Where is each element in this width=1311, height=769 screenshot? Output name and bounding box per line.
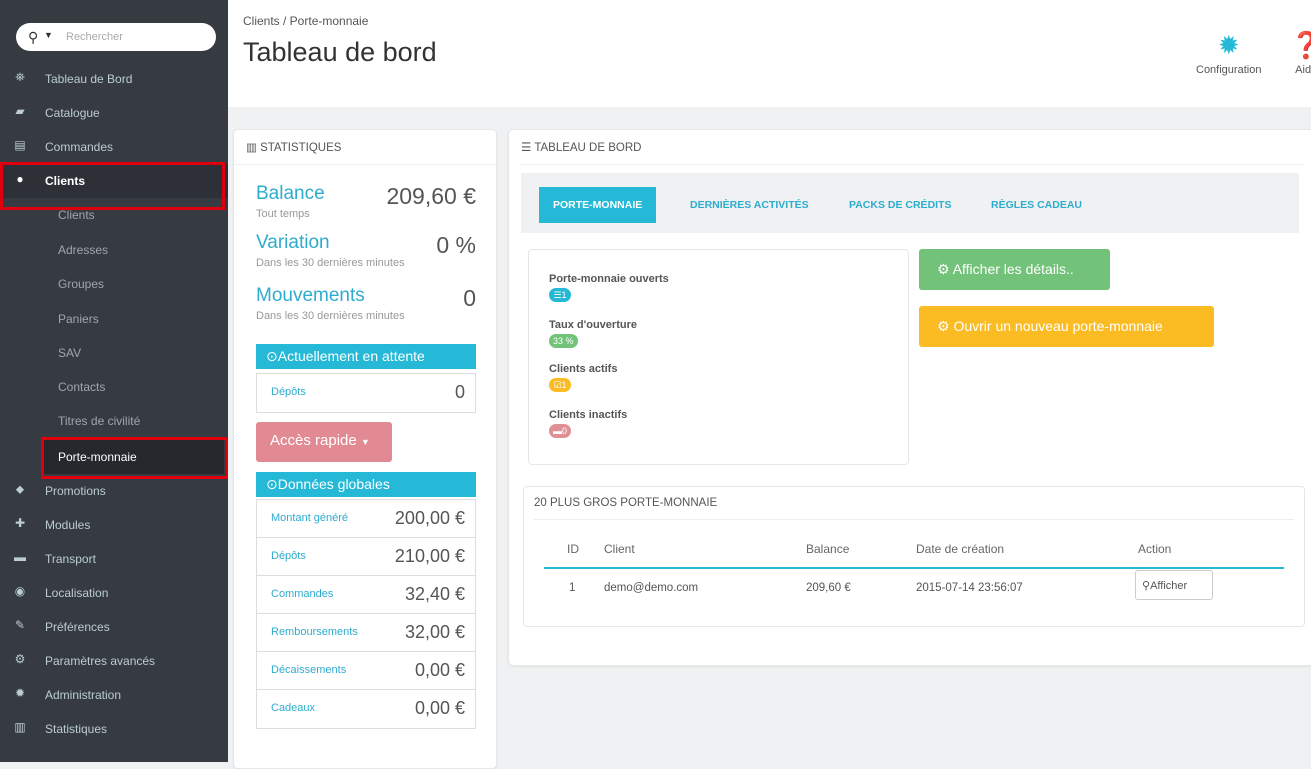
search-input[interactable]: Rechercher <box>66 31 123 43</box>
pending-heading: ⊙Actuellement en attente <box>256 344 476 369</box>
pending-list: Dépôts 0 <box>256 373 476 413</box>
list-item: Cadeaux 0,00 € <box>271 698 465 718</box>
top-wallets-panel: 20 PLUS GROS PORTE-MONNAIE ID Client Bal… <box>523 486 1305 627</box>
metric-active-clients: Clients actifs ☑1 <box>549 363 618 392</box>
gear-icon: ✹ <box>1217 30 1240 60</box>
search-box[interactable]: ⚲ ▼ Rechercher <box>16 23 216 51</box>
list-icon: ☰1 <box>549 288 571 302</box>
cell-date: 2015-07-14 23:56:07 <box>916 582 1023 594</box>
sidebar-item-transport[interactable]: ▬ Transport <box>0 542 228 576</box>
sidebar-subitem-contacts[interactable]: Contacts <box>0 370 228 404</box>
book-icon: ▰ <box>15 104 25 118</box>
sidebar-subitem-groupes[interactable]: Groupes <box>0 267 228 301</box>
sidebar-item-statistiques[interactable]: ▥ Statistiques <box>0 712 228 746</box>
wrench-icon: ✎ <box>14 618 26 632</box>
global-data-list: Montant généré 200,00 € Dépôts 210,00 € Co… <box>256 499 476 729</box>
cogs-icon: ⚙ <box>937 318 950 334</box>
configuration-button[interactable]: ✹ Configuration <box>1196 32 1261 76</box>
page-title: Tableau de bord <box>243 37 437 67</box>
caret-down-icon: ▼ <box>360 437 370 447</box>
pending-deposits-link[interactable]: Dépôts <box>271 386 306 398</box>
sidebar-item-commandes[interactable]: ▤ Commandes <box>0 130 228 164</box>
dashboard-icon: ⛯ <box>15 70 25 84</box>
list-item: Décaissements 0,00 € <box>257 652 475 690</box>
status-badge: 33 % <box>549 334 578 348</box>
column-header-date: Date de création <box>916 542 1005 556</box>
minus-icon: ▬0 <box>549 424 572 438</box>
list-item: Dépôts 0 <box>271 382 465 402</box>
sidebar-item-parametres-avances[interactable]: ⚙ Paramètres avancés <box>0 644 228 678</box>
tab-bar: PORTE-MONNAIE DERNIÈRES ACTIVITÉS PACKS … <box>521 173 1299 233</box>
sidebar-item-administration[interactable]: ✹ Administration <box>0 678 228 712</box>
cell-id: 1 <box>569 582 576 594</box>
list-icon: ☰ <box>521 142 532 154</box>
credit-card-icon: ▤ <box>14 138 26 152</box>
sidebar-item-promotions[interactable]: ⬥ Promotions <box>0 474 228 508</box>
truck-icon: ▬ <box>14 550 26 564</box>
globe-icon: ◉ <box>14 584 26 598</box>
clock-icon: ⊙ <box>266 476 278 492</box>
search-icon: ⚲ <box>1142 580 1151 592</box>
highlight-box-porte-monnaie <box>41 437 228 479</box>
list-item: Montant généré 200,00 € <box>257 500 475 538</box>
column-header-client: Client <box>604 542 635 556</box>
statistics-panel: ▥ STATISTIQUES Balance 209,60 € Tout tem… <box>233 129 497 769</box>
sidebar-subitem-sav[interactable]: SAV <box>0 336 228 370</box>
dashboard-panel: ☰ TABLEAU DE BORD PORTE-MONNAIE DERNIÈRE… <box>508 129 1311 666</box>
sidebar-item-preferences[interactable]: ✎ Préférences <box>0 610 228 644</box>
sidebar: ⚲ ▼ Rechercher ⛯ Tableau de Bord ▰ Catal… <box>0 0 228 762</box>
metric-inactive-clients: Clients inactifs ▬0 <box>549 409 628 438</box>
metric-opening-rate: Taux d'ouverture 33 % <box>549 319 637 348</box>
cogs-icon: ⚙ <box>14 652 26 666</box>
sidebar-subitem-clients[interactable]: Clients <box>0 198 228 232</box>
sidebar-subitem-titres-civilite[interactable]: Titres de civilité <box>0 404 228 438</box>
quick-access-button[interactable]: Accès rapide ▼ <box>256 422 392 462</box>
divider <box>544 567 1284 569</box>
global-data-heading: ⊙Données globales <box>256 472 476 497</box>
show-details-button[interactable]: ⚙ Afficher les détails.. <box>919 249 1110 290</box>
check-icon: ☑1 <box>549 378 571 392</box>
metric-open-wallets: Porte-monnaie ouverts ☰1 <box>549 273 669 302</box>
sidebar-subitem-paniers[interactable]: Paniers <box>0 302 228 336</box>
breadcrumb: Clients / Porte-monnaie <box>243 14 369 28</box>
sidebar-item-tableau-de-bord[interactable]: ⛯ Tableau de Bord <box>0 62 228 96</box>
column-header-id: ID <box>567 542 579 556</box>
sidebar-item-localisation[interactable]: ◉ Localisation <box>0 576 228 610</box>
column-header-action: Action <box>1138 542 1172 556</box>
caret-down-icon[interactable]: ▼ <box>44 30 53 40</box>
list-item: Remboursements 32,00 € <box>257 614 475 652</box>
puzzle-icon: ✚ <box>14 516 26 530</box>
dashboard-heading: ☰ TABLEAU DE BORD <box>521 130 1305 165</box>
cell-client: demo@demo.com <box>604 582 699 594</box>
view-wallet-button[interactable]: ⚲Afficher <box>1135 570 1213 600</box>
bar-chart-icon: ▥ <box>246 142 257 154</box>
sidebar-item-catalogue[interactable]: ▰ Catalogue <box>0 96 228 130</box>
help-button[interactable]: ❓ Aide <box>1290 32 1311 76</box>
list-item: Commandes 32,40 € <box>257 576 475 614</box>
cog-icon: ✹ <box>14 686 26 700</box>
tab-dernieres-activites[interactable]: DERNIÈRES ACTIVITÉS <box>690 187 809 223</box>
help-icon: ❓ <box>1290 30 1311 60</box>
cell-balance: 209,60 € <box>806 582 851 594</box>
tab-regles-cadeau[interactable]: RÈGLES CADEAU <box>991 187 1082 223</box>
top-wallets-heading: 20 PLUS GROS PORTE-MONNAIE <box>534 487 1294 520</box>
search-icon[interactable]: ⚲ <box>28 29 38 46</box>
column-header-balance: Balance <box>806 542 850 556</box>
sidebar-subitem-adresses[interactable]: Adresses <box>0 233 228 267</box>
bar-chart-icon: ▥ <box>14 720 26 734</box>
open-new-wallet-button[interactable]: ⚙ Ouvrir un nouveau porte-monnaie <box>919 306 1214 347</box>
tags-icon: ⬥ <box>15 482 25 496</box>
page-header: Clients / Porte-monnaie Tableau de bord … <box>228 0 1311 107</box>
clock-icon: ⊙ <box>266 348 278 364</box>
tab-porte-monnaie[interactable]: PORTE-MONNAIE <box>539 187 657 223</box>
list-item: Dépôts 210,00 € <box>257 538 475 576</box>
statistics-heading: ▥ STATISTIQUES <box>234 130 496 165</box>
cogs-icon: ⚙ <box>937 261 950 277</box>
tab-packs-credits[interactable]: PACKS DE CRÉDITS <box>849 187 951 223</box>
wallet-metrics-box: Porte-monnaie ouverts ☰1 Taux d'ouvertur… <box>528 249 909 465</box>
sidebar-item-modules[interactable]: ✚ Modules <box>0 508 228 542</box>
